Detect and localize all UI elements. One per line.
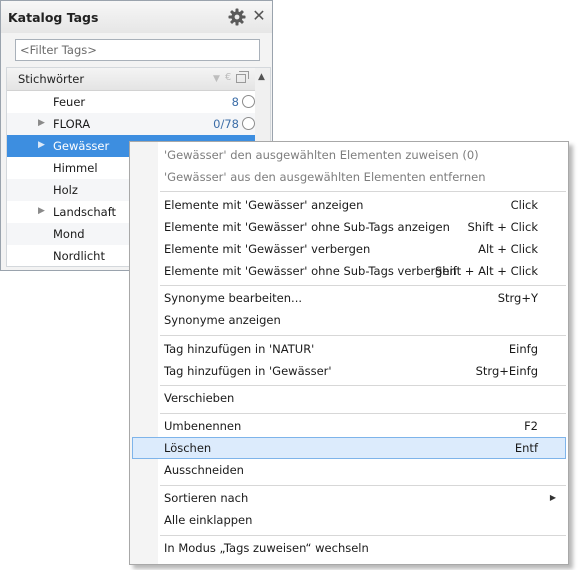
tag-assign-toggle[interactable] xyxy=(242,117,255,130)
menu-item-move[interactable]: Verschieben xyxy=(132,387,566,409)
menu-item-label: Synonyme anzeigen xyxy=(164,313,281,327)
list-header[interactable]: Stichwörter ▼ € xyxy=(7,68,255,91)
menu-item-label: In Modus „Tags zuweisen“ wechseln xyxy=(164,541,369,555)
tag-assign-toggle[interactable] xyxy=(242,95,255,108)
menu-item-label: Sortieren nach xyxy=(164,491,249,505)
menu-separator xyxy=(160,385,566,386)
menu-item-shortcut: F2 xyxy=(524,419,538,433)
tag-count: 8 xyxy=(231,95,239,109)
menu-item-collapse-all[interactable]: Alle einklappen xyxy=(132,509,566,531)
tag-label: Himmel xyxy=(53,161,98,175)
menu-item-label: 'Gewässer' den ausgewählten Elementen zu… xyxy=(164,148,479,162)
menu-separator xyxy=(160,485,566,486)
menu-item-show-without-subtags[interactable]: Elemente mit 'Gewässer' ohne Sub-Tags an… xyxy=(132,216,566,238)
scroll-up-icon[interactable]: ▲ xyxy=(258,72,265,82)
menu-item-label: Umbenennen xyxy=(164,419,242,433)
filter-tags-input[interactable] xyxy=(15,39,260,61)
menu-item-label: 'Gewässer' aus den ausgewählten Elemente… xyxy=(164,170,486,184)
tag-label: Feuer xyxy=(53,95,86,109)
close-icon[interactable]: ✕ xyxy=(251,7,267,25)
tag-row-flora[interactable]: ▶ FLORA 0/78 xyxy=(7,113,255,135)
tag-label: Holz xyxy=(53,183,78,197)
menu-item-shortcut: Click xyxy=(510,198,538,212)
submenu-arrow-icon: ▶ xyxy=(549,493,556,502)
menu-item-add-tag-gewaesser[interactable]: Tag hinzufügen in 'Gewässer' Strg+Einfg xyxy=(132,360,566,382)
menu-item-shortcut: Einfg xyxy=(508,342,538,356)
menu-item-add-tag-natur[interactable]: Tag hinzufügen in 'NATUR' Einfg xyxy=(132,338,566,360)
menu-separator xyxy=(160,335,566,336)
menu-item-label: Elemente mit 'Gewässer' anzeigen xyxy=(164,198,364,212)
menu-item-edit-synonyms[interactable]: Synonyme bearbeiten... Strg+Y xyxy=(132,287,566,309)
sort-filter-icon[interactable]: ▼ xyxy=(213,74,220,84)
menu-item-show-elements[interactable]: Elemente mit 'Gewässer' anzeigen Click xyxy=(132,194,566,216)
tag-label: FLORA xyxy=(53,117,91,131)
list-header-extra: € xyxy=(225,72,232,83)
menu-separator xyxy=(160,191,566,192)
menu-item-label: Elemente mit 'Gewässer' ohne Sub-Tags ve… xyxy=(164,264,457,278)
menu-item-cut[interactable]: Ausschneiden xyxy=(132,459,566,481)
tag-count: 0/78 xyxy=(213,117,239,131)
restore-window-icon[interactable] xyxy=(236,71,249,83)
menu-item-shortcut: Strg+Y xyxy=(497,291,538,305)
menu-item-delete[interactable]: Löschen Entf xyxy=(132,437,566,459)
menu-item-label: Alle einklappen xyxy=(164,513,253,527)
menu-item-shortcut: Strg+Einfg xyxy=(475,364,538,378)
menu-item-hide-elements[interactable]: Elemente mit 'Gewässer' verbergen Alt + … xyxy=(132,238,566,260)
menu-item-label: Löschen xyxy=(164,441,212,455)
context-menu: 'Gewässer' den ausgewählten Elementen zu… xyxy=(129,141,569,565)
menu-item-label: Elemente mit 'Gewässer' verbergen xyxy=(164,242,371,256)
list-header-label: Stichwörter xyxy=(18,72,85,86)
menu-item-show-synonyms[interactable]: Synonyme anzeigen xyxy=(132,309,566,331)
menu-item-label: Synonyme bearbeiten... xyxy=(164,291,303,305)
menu-item-sort-by[interactable]: Sortieren nach ▶ xyxy=(132,487,566,509)
menu-item-assign-tag: 'Gewässer' den ausgewählten Elementen zu… xyxy=(132,144,566,166)
menu-item-shortcut: Shift + Alt + Click xyxy=(434,264,538,278)
menu-item-shortcut: Shift + Click xyxy=(467,220,539,234)
menu-item-rename[interactable]: Umbenennen F2 xyxy=(132,415,566,437)
menu-item-label: Ausschneiden xyxy=(164,463,244,477)
tag-label: Mond xyxy=(53,227,85,241)
panel-header: Katalog Tags ✕ xyxy=(1,1,272,33)
expand-arrow-icon[interactable]: ▶ xyxy=(38,118,45,128)
tag-label: Nordlicht xyxy=(53,249,105,263)
menu-item-label: Tag hinzufügen in 'Gewässer' xyxy=(164,364,332,378)
panel-title: Katalog Tags xyxy=(8,10,99,25)
gear-icon[interactable] xyxy=(228,8,246,26)
expand-arrow-icon[interactable]: ▶ xyxy=(38,140,45,150)
tag-label: Gewässer xyxy=(53,139,110,153)
menu-item-label: Elemente mit 'Gewässer' ohne Sub-Tags an… xyxy=(164,220,450,234)
tag-row-feuer[interactable]: Feuer 8 xyxy=(7,91,255,113)
menu-item-shortcut: Entf xyxy=(514,441,538,455)
tag-label: Landschaft xyxy=(53,205,117,219)
expand-arrow-icon[interactable]: ▶ xyxy=(38,206,45,216)
menu-item-label: Verschieben xyxy=(164,391,235,405)
menu-separator xyxy=(160,413,566,414)
menu-item-shortcut: Alt + Click xyxy=(478,242,538,256)
menu-separator xyxy=(160,535,566,536)
menu-item-hide-without-subtags[interactable]: Elemente mit 'Gewässer' ohne Sub-Tags ve… xyxy=(132,260,566,282)
menu-separator xyxy=(160,285,566,286)
menu-item-remove-tag: 'Gewässer' aus den ausgewählten Elemente… xyxy=(132,166,566,188)
menu-item-label: Tag hinzufügen in 'NATUR' xyxy=(164,342,315,356)
menu-item-switch-mode[interactable]: In Modus „Tags zuweisen“ wechseln xyxy=(132,537,566,559)
